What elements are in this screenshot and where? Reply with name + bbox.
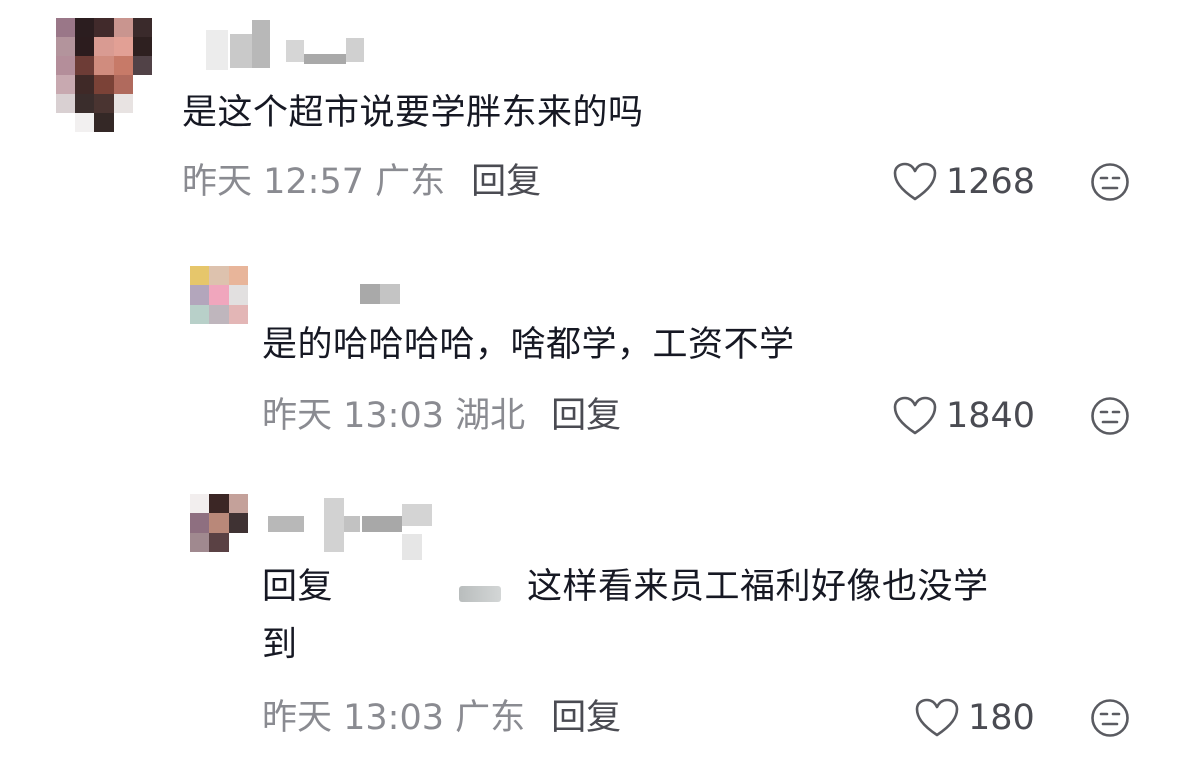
- avatar[interactable]: [190, 494, 248, 552]
- avatar-mosaic-cell: [94, 37, 114, 56]
- avatar-mosaic-cell: [56, 94, 76, 113]
- avatar-mosaic-cell: [190, 532, 210, 552]
- avatar-mosaic-cell: [113, 56, 133, 75]
- avatar-mosaic-cell: [113, 75, 133, 94]
- comment-meta: 昨天 13:03 广东 回复: [262, 696, 621, 740]
- comment-item: 是这个超市说要学胖东来的吗 昨天 12:57 广东 回复 1268: [0, 0, 1200, 240]
- like-button[interactable]: 1268: [892, 160, 1035, 204]
- avatar-mosaic-cell: [94, 18, 114, 37]
- username-blur-block: [230, 34, 252, 68]
- avatar-mosaic-cell: [209, 494, 229, 514]
- reply-comment-item: 回复 这样看来员工福利好像也没学 到 昨天 13:03 广东 回复 180: [0, 480, 1200, 757]
- username-blur-block: [380, 284, 400, 304]
- username-blur-block: [324, 498, 344, 552]
- reply-button[interactable]: 回复: [551, 396, 621, 436]
- avatar-mosaic-cell: [94, 113, 114, 132]
- username-blurred[interactable]: [206, 18, 366, 70]
- username-blur-block: [304, 54, 346, 64]
- like-button[interactable]: 1840: [892, 394, 1035, 438]
- like-count: 1840: [946, 396, 1036, 436]
- avatar-mosaic-cell: [209, 304, 229, 324]
- avatar-mosaic-cell: [75, 94, 95, 113]
- like-button[interactable]: 180: [914, 696, 1035, 740]
- username-blur-block: [402, 534, 422, 560]
- heart-icon: [893, 396, 937, 435]
- username-blurred[interactable]: [262, 490, 442, 560]
- avatar[interactable]: [56, 18, 152, 132]
- avatar-mosaic-cell: [56, 18, 76, 37]
- avatar-mosaic-cell: [75, 56, 95, 75]
- avatar-mosaic-cell: [228, 304, 248, 324]
- comment-text: 回复 这样看来员工福利好像也没学: [262, 558, 989, 616]
- avatar-mosaic-cell: [94, 56, 114, 75]
- username-blur-block: [268, 516, 304, 532]
- heart-icon: [915, 698, 959, 737]
- avatar-mosaic-cell: [190, 494, 210, 514]
- dislike-face-icon[interactable]: [1090, 162, 1130, 202]
- avatar-mosaic-cell: [56, 37, 76, 56]
- avatar[interactable]: [190, 266, 248, 324]
- avatar-mosaic-cell: [56, 56, 76, 75]
- comment-meta: 昨天 12:57 广东 回复: [182, 160, 541, 204]
- avatar-mosaic-cell: [190, 285, 210, 305]
- username-blur-block: [402, 504, 432, 526]
- username-blur-block: [252, 20, 270, 68]
- comment-timestamp-location: 昨天 12:57 广东: [182, 162, 446, 202]
- comment-timestamp-location: 昨天 13:03 广东: [262, 698, 526, 738]
- avatar-mosaic-cell: [94, 94, 114, 113]
- avatar-mosaic-cell: [56, 113, 76, 132]
- comment-text: 是这个超市说要学胖东来的吗: [182, 93, 644, 133]
- avatar-mosaic-cell: [113, 113, 133, 132]
- username-blur-block: [344, 516, 360, 532]
- comment-text: 是的哈哈哈哈，啥都学，工资不学: [262, 325, 795, 365]
- reply-comment-item: 是的哈哈哈哈，啥都学，工资不学 昨天 13:03 湖北 回复 1840: [0, 240, 1200, 480]
- avatar-mosaic-cell: [190, 304, 210, 324]
- avatar-mosaic-cell: [132, 75, 152, 94]
- mention-username-blurred[interactable]: [459, 586, 502, 602]
- avatar-mosaic-cell: [75, 113, 95, 132]
- comment-meta: 昨天 13:03 湖北 回复: [262, 394, 621, 438]
- avatar-mosaic-cell: [228, 494, 248, 514]
- avatar-mosaic-cell: [132, 113, 152, 132]
- comment-text-line2: 到: [262, 625, 298, 665]
- dislike-face-icon[interactable]: [1090, 396, 1130, 436]
- comment-timestamp-location: 昨天 13:03 湖北: [262, 396, 526, 436]
- heart-icon: [893, 162, 937, 201]
- reply-button[interactable]: 回复: [551, 698, 621, 738]
- username-blur-block: [362, 516, 402, 532]
- avatar-mosaic-cell: [209, 266, 229, 286]
- avatar-mosaic-cell: [228, 266, 248, 286]
- username-blur-block: [286, 40, 304, 62]
- avatar-mosaic-cell: [209, 285, 229, 305]
- like-count: 1268: [946, 162, 1036, 202]
- avatar-mosaic-cell: [56, 75, 76, 94]
- avatar-mosaic-cell: [132, 18, 152, 37]
- avatar-mosaic-cell: [113, 18, 133, 37]
- reply-button[interactable]: 回复: [471, 162, 541, 202]
- avatar-mosaic-cell: [190, 266, 210, 286]
- comment-text-line1: 这样看来员工福利好像也没学: [527, 567, 989, 607]
- avatar-mosaic-cell: [209, 532, 229, 552]
- avatar-mosaic-cell: [228, 532, 248, 552]
- avatar-mosaic-cell: [75, 37, 95, 56]
- like-count: 180: [968, 698, 1035, 738]
- reply-prefix: 回复: [262, 567, 334, 607]
- username-blur-block: [360, 284, 380, 304]
- avatar-mosaic-cell: [209, 513, 229, 533]
- avatar-mosaic-cell: [75, 75, 95, 94]
- username-blur-block: [206, 30, 228, 70]
- username-blur-block: [346, 38, 364, 62]
- dislike-face-icon[interactable]: [1090, 698, 1130, 738]
- avatar-mosaic-cell: [228, 285, 248, 305]
- avatar-mosaic-cell: [113, 94, 133, 113]
- avatar-mosaic-cell: [132, 37, 152, 56]
- avatar-mosaic-cell: [75, 18, 95, 37]
- avatar-mosaic-cell: [132, 94, 152, 113]
- avatar-mosaic-cell: [132, 56, 152, 75]
- avatar-mosaic-cell: [228, 513, 248, 533]
- avatar-mosaic-cell: [190, 513, 210, 533]
- avatar-mosaic-cell: [113, 37, 133, 56]
- avatar-mosaic-cell: [94, 75, 114, 94]
